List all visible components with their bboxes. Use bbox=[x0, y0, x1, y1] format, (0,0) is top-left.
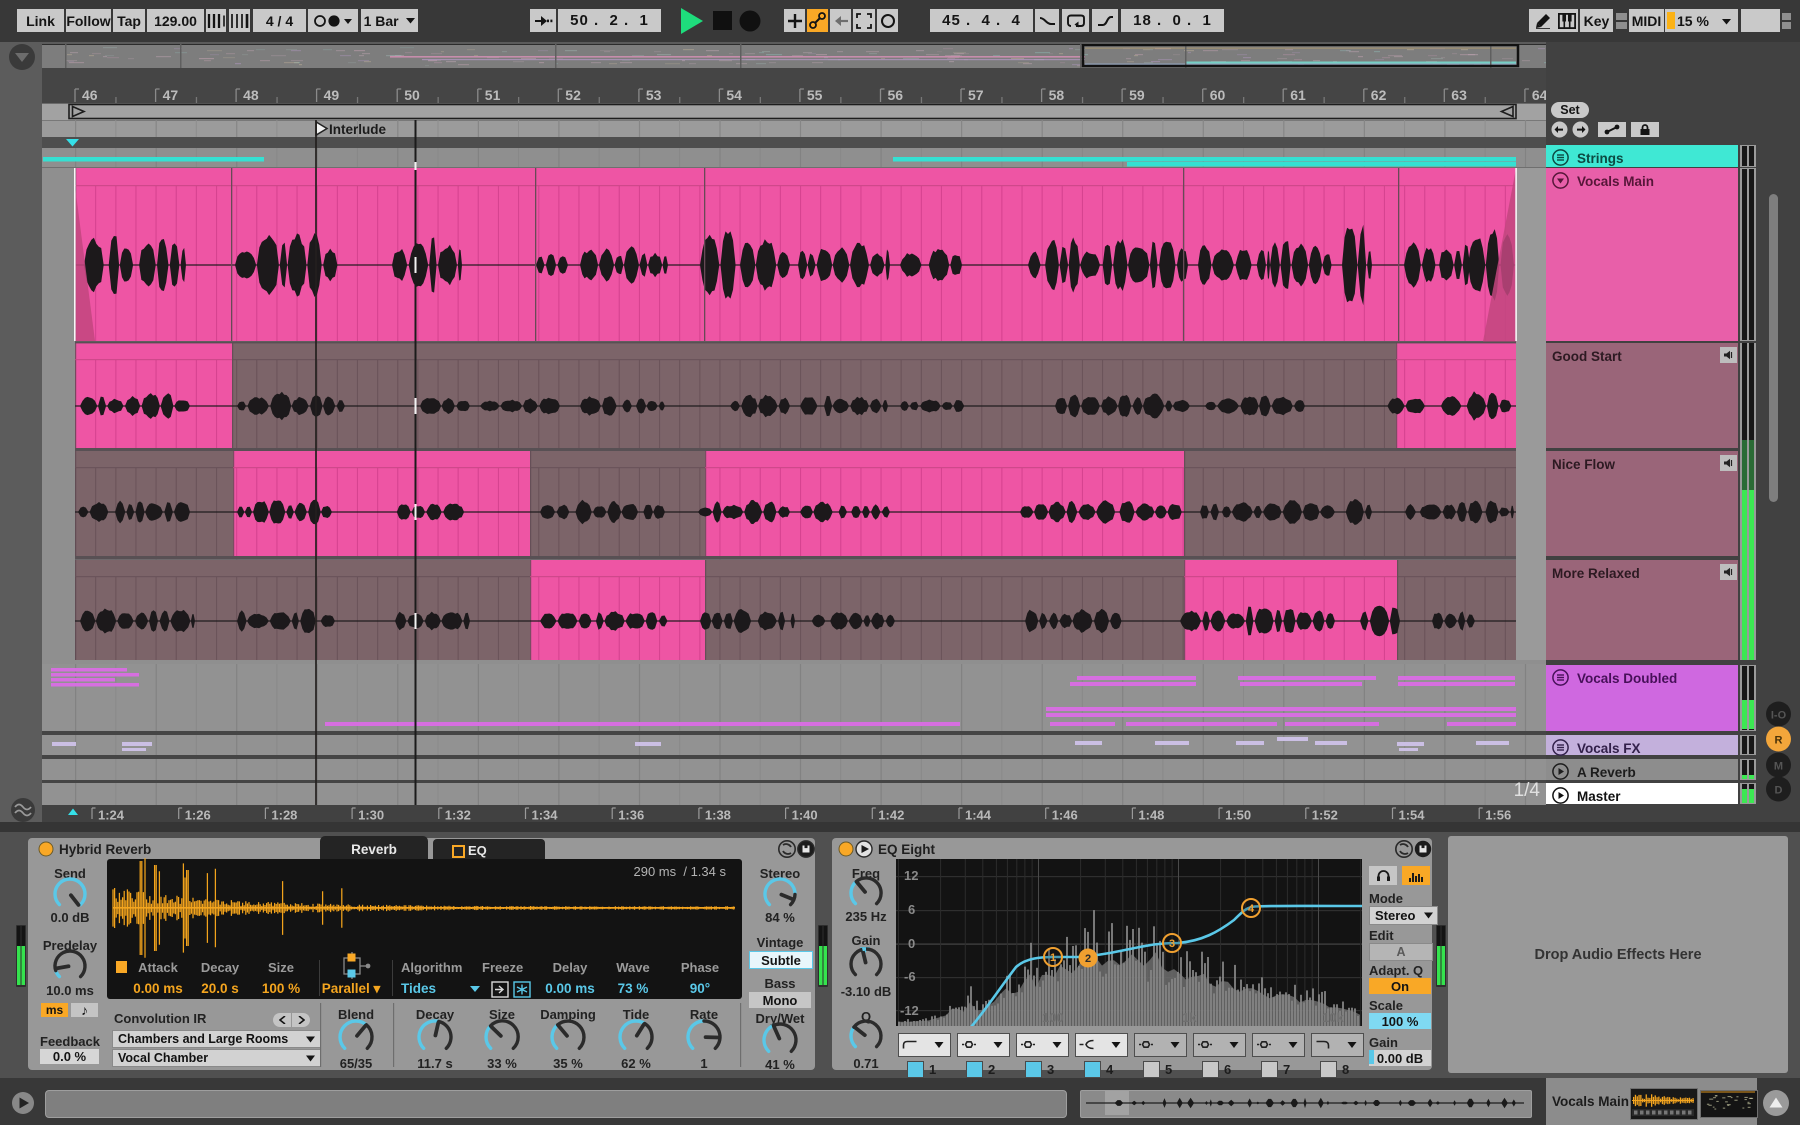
svg-text:51: 51 bbox=[485, 87, 501, 103]
svg-text:1:42: 1:42 bbox=[878, 808, 904, 823]
svg-text:58: 58 bbox=[1049, 87, 1065, 103]
svg-text:59: 59 bbox=[1129, 87, 1145, 103]
svg-text:63: 63 bbox=[1451, 87, 1467, 103]
svg-text:53: 53 bbox=[646, 87, 662, 103]
svg-text:1:32: 1:32 bbox=[445, 808, 471, 823]
svg-text:1:34: 1:34 bbox=[532, 808, 559, 823]
svg-text:1:56: 1:56 bbox=[1485, 808, 1511, 823]
svg-text:48: 48 bbox=[243, 87, 259, 103]
svg-text:54: 54 bbox=[726, 87, 742, 103]
svg-text:49: 49 bbox=[324, 87, 340, 103]
svg-text:60: 60 bbox=[1210, 87, 1226, 103]
svg-text:62: 62 bbox=[1371, 87, 1387, 103]
svg-text:1:52: 1:52 bbox=[1312, 808, 1338, 823]
svg-text:1:24: 1:24 bbox=[98, 808, 125, 823]
svg-text:61: 61 bbox=[1290, 87, 1306, 103]
svg-text:1:46: 1:46 bbox=[1052, 808, 1078, 823]
svg-text:1:40: 1:40 bbox=[792, 808, 818, 823]
svg-text:64: 64 bbox=[1532, 87, 1546, 103]
svg-text:52: 52 bbox=[565, 87, 581, 103]
svg-text:1:54: 1:54 bbox=[1399, 808, 1426, 823]
svg-text:M: M bbox=[1774, 761, 1783, 773]
svg-text:1:48: 1:48 bbox=[1138, 808, 1164, 823]
svg-text:1:44: 1:44 bbox=[965, 808, 992, 823]
svg-text:R: R bbox=[1775, 735, 1783, 747]
svg-text:1:30: 1:30 bbox=[358, 808, 384, 823]
svg-text:56: 56 bbox=[888, 87, 904, 103]
svg-text:50: 50 bbox=[404, 87, 420, 103]
svg-text:55: 55 bbox=[807, 87, 823, 103]
svg-text:1:50: 1:50 bbox=[1225, 808, 1251, 823]
svg-text:I-O: I-O bbox=[1771, 710, 1787, 722]
svg-text:1:26: 1:26 bbox=[185, 808, 211, 823]
svg-text:57: 57 bbox=[968, 87, 984, 103]
svg-text:1:36: 1:36 bbox=[618, 808, 644, 823]
svg-text:46: 46 bbox=[82, 87, 98, 103]
svg-text:1:28: 1:28 bbox=[271, 808, 297, 823]
svg-text:D: D bbox=[1775, 785, 1783, 797]
svg-text:1:38: 1:38 bbox=[705, 808, 731, 823]
svg-text:47: 47 bbox=[163, 87, 179, 103]
